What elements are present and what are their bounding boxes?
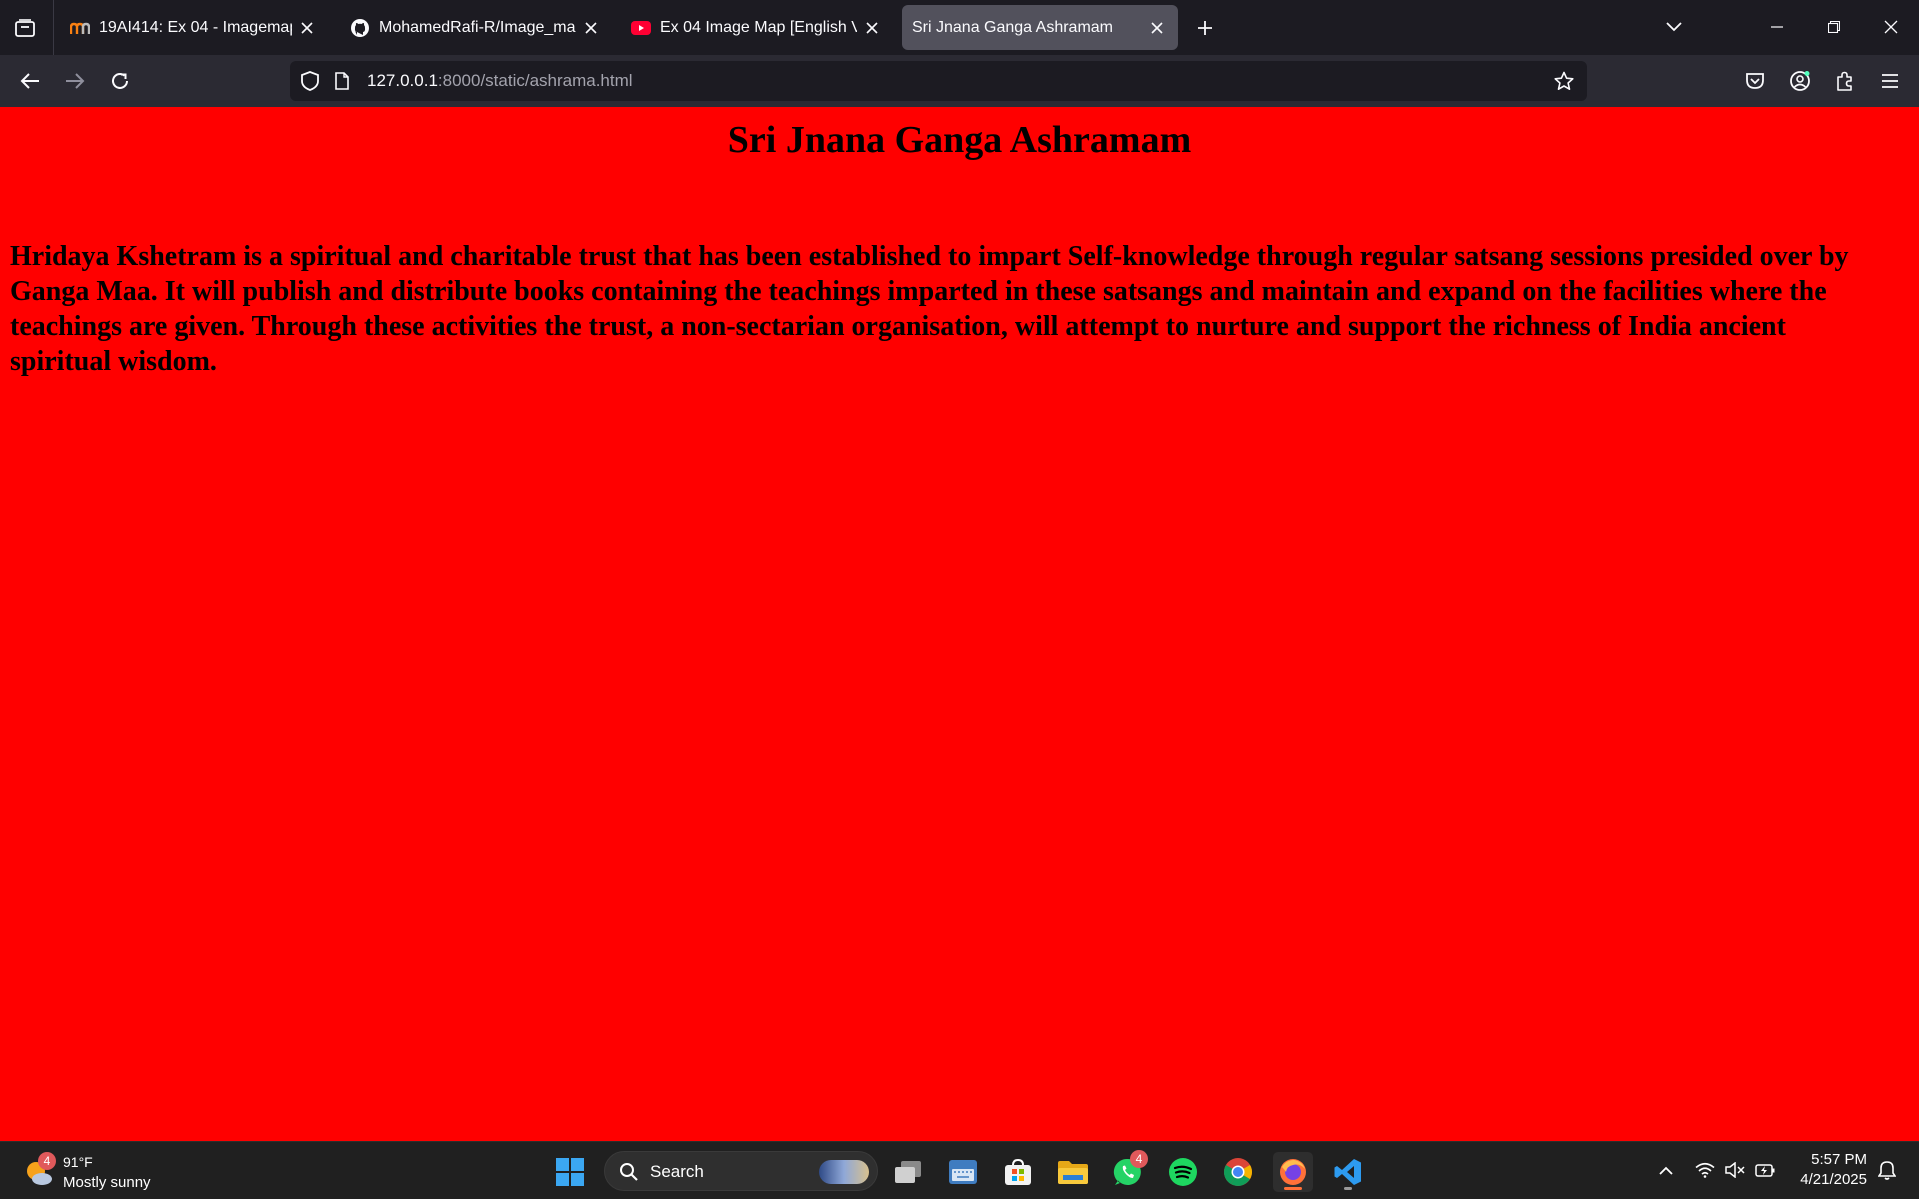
restore-icon — [1828, 21, 1840, 33]
taskbar-app-spotify[interactable] — [1163, 1152, 1203, 1192]
arrow-right-icon — [66, 73, 85, 89]
taskbar-app-keyboard[interactable] — [943, 1152, 983, 1192]
tab-title: MohamedRafi-R/Image_map — [379, 18, 576, 36]
show-hidden-icons-button[interactable] — [1655, 1159, 1677, 1181]
trust-description: Hridaya Kshetram is a spiritual and char… — [10, 241, 1849, 377]
tab-title: Sri Jnana Ganga Ashramam — [912, 18, 1113, 36]
whatsapp-badge: 4 — [1130, 1150, 1148, 1168]
tab-separator — [53, 0, 54, 55]
running-app-indicator — [1344, 1187, 1352, 1190]
notifications-button[interactable] — [1876, 1159, 1898, 1181]
system-clock[interactable]: 5:57 PM 4/21/2025 — [1800, 1150, 1867, 1190]
firefox-view-button[interactable] — [10, 14, 40, 42]
tab-moodle[interactable]: 19AI414: Ex 04 - Imagemap | SE — [60, 5, 328, 50]
wifi-status[interactable] — [1694, 1159, 1716, 1181]
tab-youtube[interactable]: Ex 04 Image Map [English Versio — [621, 5, 893, 50]
taskbar-app-chrome[interactable] — [1218, 1152, 1258, 1192]
moodle-icon — [70, 18, 90, 38]
hamburger-menu-icon — [1882, 74, 1898, 88]
task-view-icon — [895, 1161, 921, 1183]
battery-charging-icon — [1755, 1164, 1775, 1177]
windows-logo-icon — [556, 1158, 584, 1186]
search-label: Search — [650, 1162, 704, 1181]
page-title: Sri Jnana Ganga Ashramam — [727, 119, 1192, 161]
close-window-button[interactable] — [1873, 10, 1909, 44]
weather-temperature: 91°F — [63, 1154, 93, 1170]
reload-icon — [112, 72, 128, 89]
close-icon[interactable] — [580, 17, 602, 39]
tab-ashramam[interactable]: Sri Jnana Ganga Ashramam — [902, 5, 1178, 50]
pocket-icon — [1746, 73, 1764, 89]
folder-icon — [1058, 1161, 1088, 1184]
clock-date: 4/21/2025 — [1800, 1171, 1867, 1188]
keyboard-app-icon — [949, 1160, 977, 1184]
navigation-toolbar: 127.0.0.1:8000/static/ashrama.html — [0, 55, 1919, 107]
tab-strip: 19AI414: Ex 04 - Imagemap | SE MohamedRa… — [0, 0, 1919, 55]
taskbar-app-whatsapp[interactable]: 4 — [1108, 1150, 1148, 1192]
tab-title: Ex 04 Image Map [English Versio — [660, 18, 857, 36]
close-icon[interactable] — [1146, 17, 1168, 39]
close-icon[interactable] — [296, 17, 318, 39]
forward-button[interactable] — [59, 65, 91, 97]
back-button[interactable] — [14, 65, 46, 97]
taskbar-app-store[interactable] — [998, 1152, 1038, 1192]
weather-description: Mostly sunny — [63, 1174, 151, 1191]
close-icon — [1884, 20, 1898, 34]
battery-status[interactable] — [1754, 1159, 1776, 1181]
app-menu-button[interactable] — [1874, 65, 1906, 97]
chevron-down-icon — [1666, 22, 1682, 32]
puzzle-icon — [1837, 71, 1852, 91]
taskbar-search[interactable]: Search — [604, 1151, 878, 1191]
minimize-icon — [1771, 26, 1783, 28]
firefox-view-icon — [15, 19, 35, 37]
new-tab-button[interactable] — [1190, 14, 1220, 42]
taskbar-app-vscode[interactable] — [1328, 1152, 1368, 1192]
taskbar-app-file-explorer[interactable] — [1053, 1152, 1093, 1192]
clock-time: 5:57 PM — [1811, 1151, 1867, 1168]
chrome-icon — [1224, 1158, 1252, 1186]
active-app-indicator — [1284, 1187, 1302, 1190]
start-button[interactable] — [550, 1152, 590, 1192]
url-bar[interactable]: 127.0.0.1:8000/static/ashrama.html — [290, 61, 1587, 101]
plus-icon — [1198, 21, 1212, 35]
minimize-button[interactable] — [1759, 10, 1795, 44]
weather-badge: 4 — [38, 1152, 56, 1170]
taskbar-app-firefox[interactable] — [1273, 1152, 1313, 1192]
bookmark-star-icon[interactable] — [1553, 70, 1575, 92]
weather-widget[interactable]: 4 91°F Mostly sunny — [24, 1150, 164, 1194]
pocket-button[interactable] — [1739, 65, 1771, 97]
restore-button[interactable] — [1816, 10, 1852, 44]
extensions-button[interactable] — [1829, 65, 1861, 97]
url-text[interactable]: 127.0.0.1:8000/static/ashrama.html — [367, 71, 633, 91]
volume-status[interactable] — [1724, 1159, 1746, 1181]
tab-github[interactable]: MohamedRafi-R/Image_map — [340, 5, 612, 50]
reload-button[interactable] — [104, 65, 136, 97]
url-path: :8000/static/ashrama.html — [437, 71, 633, 90]
chevron-up-icon — [1659, 1166, 1673, 1175]
page-content: Sri Jnana Ganga Ashramam Hridaya Kshetra… — [0, 107, 1919, 1141]
account-icon — [1790, 71, 1810, 91]
windows-taskbar: 4 91°F Mostly sunny Search 4 5:57 PM 4/2… — [0, 1141, 1919, 1199]
firefox-icon — [1280, 1159, 1306, 1185]
arrow-left-icon — [20, 73, 39, 89]
tab-title: 19AI414: Ex 04 - Imagemap | SE — [99, 18, 292, 36]
page-icon[interactable] — [331, 70, 353, 92]
bell-icon — [1878, 1161, 1896, 1180]
spotify-icon — [1169, 1158, 1197, 1186]
search-highlight-image — [819, 1160, 869, 1184]
account-button[interactable] — [1784, 65, 1816, 97]
list-all-tabs-button[interactable] — [1656, 10, 1692, 44]
vscode-icon — [1334, 1159, 1361, 1185]
volume-muted-icon — [1725, 1162, 1745, 1178]
task-view-button[interactable] — [888, 1152, 928, 1192]
github-icon — [350, 18, 370, 38]
wifi-icon — [1695, 1162, 1715, 1178]
url-host: 127.0.0.1 — [367, 71, 438, 90]
youtube-icon — [631, 18, 651, 38]
close-icon[interactable] — [861, 17, 883, 39]
shield-icon[interactable] — [299, 70, 321, 92]
microsoft-store-icon — [1005, 1158, 1031, 1185]
search-icon — [620, 1163, 638, 1181]
